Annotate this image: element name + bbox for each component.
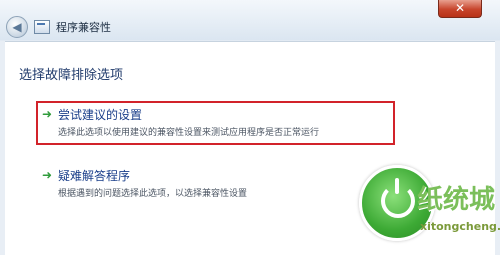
option-troubleshoot-program[interactable]: ➜ 疑难解答程序 根据遇到的问题选择此选项，以选择兼容性设置 [38, 164, 368, 199]
back-arrow-icon[interactable]: ◀ [12, 20, 21, 34]
green-arrow-icon: ➜ [42, 107, 53, 121]
watermark-url: xitongcheng.com [420, 220, 500, 233]
option-recommended-settings-description: 选择此选项以使用建议的兼容性设置来测试应用程序是否正常运行 [58, 128, 320, 138]
compatibility-window: ✕ ◀ 程序兼容性 选择故障排除选项 ➜ 尝试建议的设置 选择此选项以使用建议的… [0, 0, 500, 255]
back-button[interactable]: ◀ [6, 16, 28, 38]
watermark-brand: 纸统城 [417, 185, 496, 215]
power-line [395, 178, 399, 194]
close-icon[interactable]: ✕ [455, 1, 465, 15]
window-title: 程序兼容性 [56, 21, 111, 34]
option-troubleshoot-program-description: 根据遇到的问题选择此选项，以选择兼容性设置 [58, 189, 248, 199]
green-arrow-icon: ➜ [42, 168, 53, 182]
program-compatibility-icon [34, 20, 50, 34]
title-bar: ◀ 程序兼容性 [0, 14, 500, 40]
site-watermark: 纸统城 xitongcheng.com [337, 165, 500, 255]
option-recommended-settings-highlight[interactable]: ➜ 尝试建议的设置 选择此选项以使用建议的兼容性设置来测试应用程序是否正常运行 [36, 101, 395, 145]
option-recommended-settings-title[interactable]: 尝试建议的设置 [58, 106, 142, 123]
option-troubleshoot-program-title[interactable]: 疑难解答程序 [58, 167, 130, 184]
page-heading: 选择故障排除选项 [19, 68, 124, 83]
